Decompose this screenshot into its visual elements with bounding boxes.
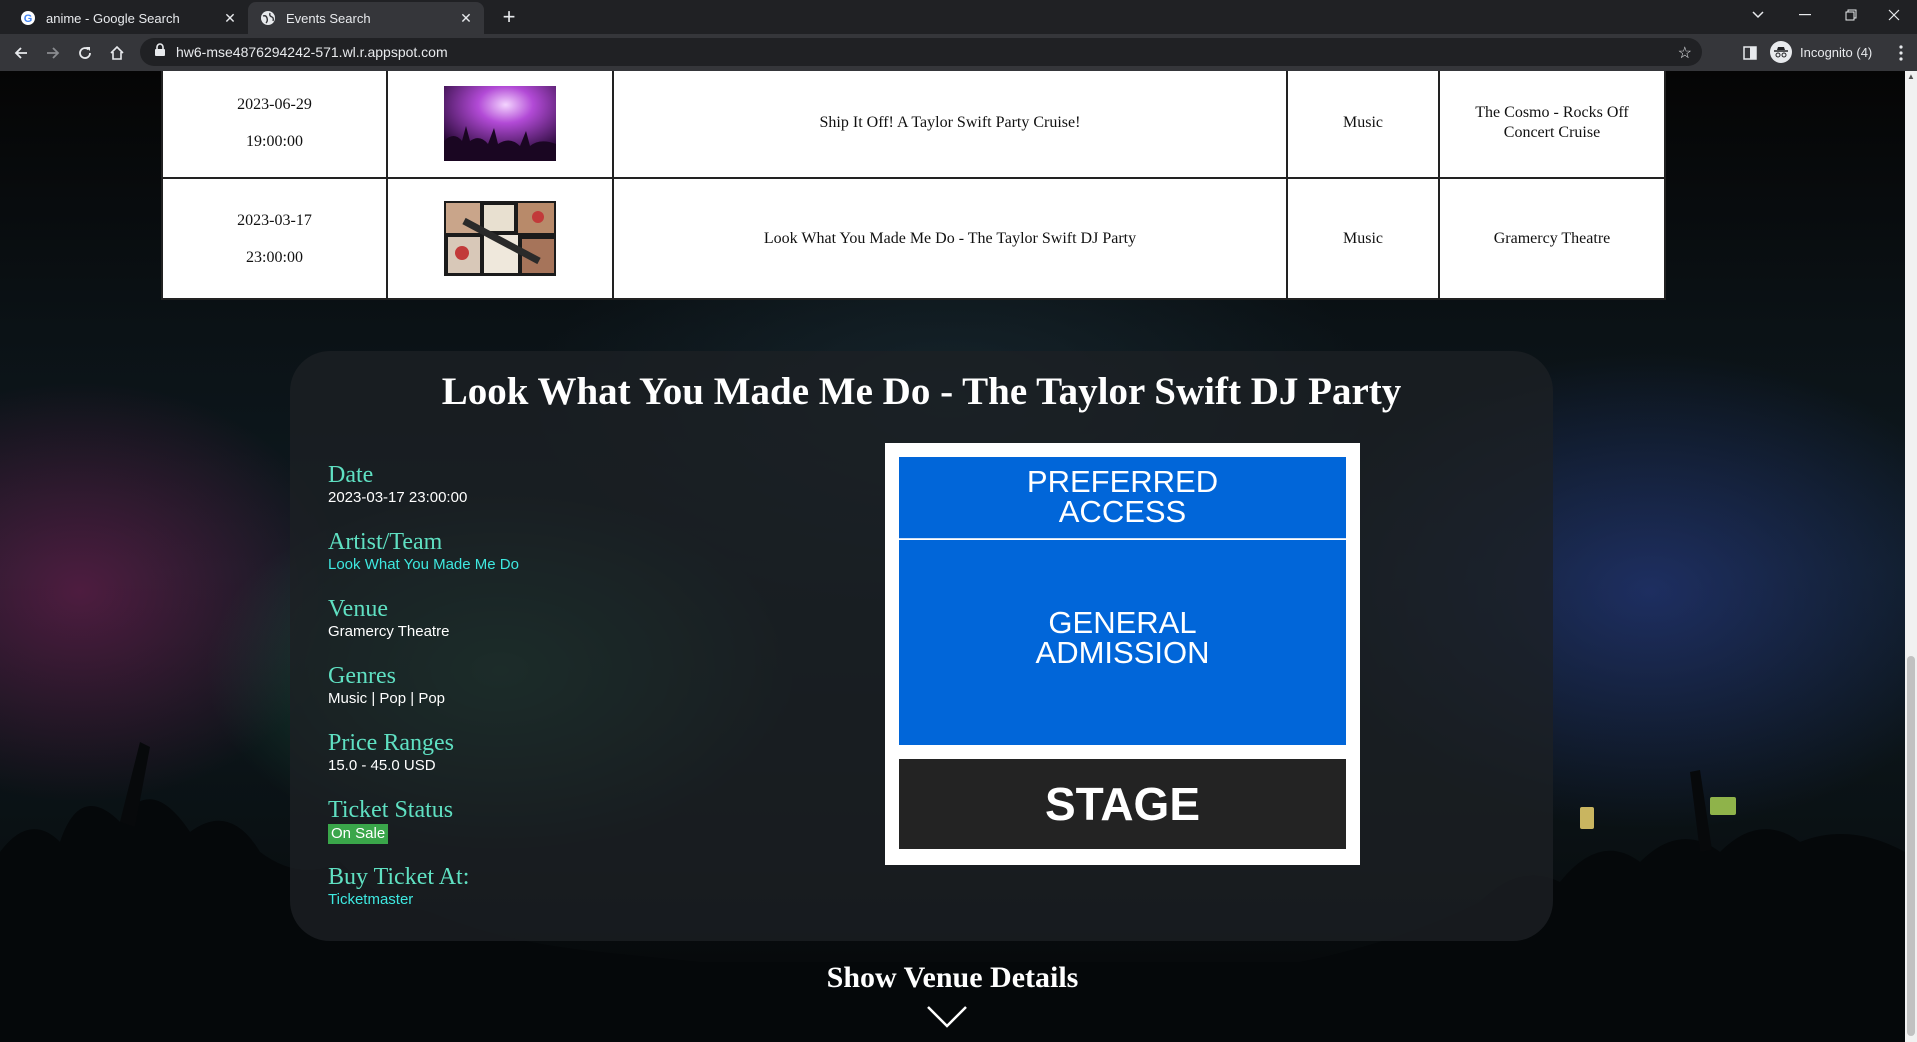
table-row[interactable]: 2023-03-17 23:00:00 Look What You Made M… (161, 177, 1666, 300)
event-info-list: Date 2023-03-17 23:00:00 Artist/Team Loo… (328, 461, 788, 930)
event-name-link[interactable]: Look What You Made Me Do - The Taylor Sw… (612, 177, 1288, 300)
scrollbar-thumb[interactable] (1907, 656, 1915, 1036)
close-tab-icon[interactable]: ✕ (458, 10, 474, 26)
venue-cell: The Cosmo - Rocks Off Concert Cruise (1438, 71, 1666, 179)
section-label: ACCESS (1058, 494, 1187, 529)
reload-icon[interactable] (70, 38, 100, 68)
scroll-up-icon[interactable]: ▲ (1905, 71, 1917, 83)
side-panel-icon[interactable] (1735, 38, 1765, 68)
date-cell: 2023-03-17 23:00:00 (161, 177, 388, 300)
tab-google-search[interactable]: G anime - Google Search ✕ (8, 2, 248, 34)
close-window-icon[interactable] (1871, 0, 1917, 30)
buy-ticket-label: Buy Ticket At: (328, 864, 470, 890)
tab-events-search[interactable]: Events Search ✕ (248, 2, 484, 34)
section-label: GENERAL (1048, 605, 1197, 640)
genres-field: Genres Music | Pop | Pop (328, 662, 788, 729)
ticketmaster-link[interactable]: Ticketmaster (328, 891, 788, 909)
forward-icon[interactable] (38, 38, 68, 68)
genre-cell: Music (1286, 177, 1440, 300)
event-detail-title: Look What You Made Me Do - The Taylor Sw… (441, 370, 1402, 413)
bookmark-star-icon[interactable]: ☆ (1678, 43, 1692, 63)
venue-field: Venue Gramercy Theatre (328, 595, 788, 662)
page-scrollbar[interactable]: ▲ (1905, 71, 1917, 1042)
taylor-swift-collage-image (444, 201, 556, 276)
menu-kebab-icon[interactable] (1886, 38, 1916, 68)
status-badge: On Sale (328, 824, 389, 844)
home-icon[interactable] (102, 38, 132, 68)
event-date: 2023-06-29 (237, 96, 312, 113)
artist-label: Artist/Team (328, 529, 443, 555)
seat-map: PREFERRED ACCESS GENERAL ADMISSION STAGE (885, 443, 1360, 865)
icon-cell (386, 71, 614, 179)
new-tab-button[interactable]: + (496, 5, 522, 31)
genres-value: Music | Pop | Pop (328, 690, 446, 707)
svg-text:G: G (24, 13, 33, 25)
restore-icon[interactable] (1828, 0, 1874, 30)
seat-section-preferred-access: PREFERRED ACCESS (899, 457, 1346, 539)
address-bar[interactable]: hw6-mse4876294242-571.wl.r.appspot.com ☆ (140, 38, 1702, 66)
date-field: Date 2023-03-17 23:00:00 (328, 461, 788, 528)
icon-cell (386, 177, 614, 300)
seat-section-general-admission: GENERAL ADMISSION (899, 540, 1346, 745)
venue-cell: Gramercy Theatre (1438, 177, 1666, 300)
incognito-profile-button[interactable]: Incognito (4) (1770, 38, 1872, 66)
results-table: 2023-06-29 19:00:00 Ship It Off! A Taylo… (161, 71, 1666, 300)
event-time: 23:00:00 (246, 248, 303, 266)
globe-icon (260, 10, 276, 26)
tab-title: anime - Google Search (46, 10, 180, 26)
site-info-icon[interactable] (154, 42, 166, 62)
date-cell: 2023-06-29 19:00:00 (161, 71, 388, 179)
url-text: hw6-mse4876294242-571.wl.r.appspot.com (176, 44, 448, 60)
profile-label: Incognito (4) (1800, 44, 1873, 60)
table-row[interactable]: 2023-06-29 19:00:00 Ship It Off! A Taylo… (161, 71, 1666, 179)
genre-cell: Music (1286, 71, 1440, 179)
browser-tab-strip: G anime - Google Search ✕ Events Search … (0, 0, 1917, 34)
section-label: ADMISSION (1035, 635, 1210, 670)
event-time: 19:00:00 (246, 133, 303, 150)
artist-field: Artist/Team Look What You Made Me Do (328, 528, 788, 595)
tab-title: Events Search (286, 10, 371, 26)
price-field: Price Ranges 15.0 - 45.0 USD (328, 729, 788, 796)
genres-label: Genres (328, 663, 396, 689)
minimize-icon[interactable] (1782, 0, 1828, 30)
ticket-status-label: Ticket Status (328, 797, 454, 823)
incognito-icon (1770, 41, 1792, 63)
event-date: 2023-03-17 (237, 211, 312, 229)
price-label: Price Ranges (328, 730, 454, 756)
chevron-down-icon[interactable] (926, 1004, 968, 1030)
ticket-status-field: Ticket Status On Sale (328, 796, 788, 863)
venue-label: Venue (328, 596, 388, 622)
show-venue-details-button[interactable]: Show Venue Details (0, 961, 1905, 995)
browser-toolbar: hw6-mse4876294242-571.wl.r.appspot.com ☆ (0, 34, 1917, 71)
date-label: Date (328, 462, 374, 488)
venue-value: Gramercy Theatre (328, 623, 450, 640)
concert-crowd-image (444, 85, 556, 161)
close-tab-icon[interactable]: ✕ (222, 10, 238, 26)
event-detail-card: Look What You Made Me Do - The Taylor Sw… (290, 351, 1553, 941)
tab-search-icon[interactable] (1735, 0, 1781, 30)
back-icon[interactable] (6, 38, 36, 68)
buy-ticket-field: Buy Ticket At: Ticketmaster (328, 863, 788, 930)
date-value: 2023-03-17 23:00:00 (328, 489, 468, 506)
stage-block: STAGE (899, 759, 1346, 849)
event-name-link[interactable]: Ship It Off! A Taylor Swift Party Cruise… (612, 71, 1288, 179)
section-label: PREFERRED (1026, 464, 1219, 499)
price-value: 15.0 - 45.0 USD (328, 757, 436, 774)
artist-link[interactable]: Look What You Made Me Do (328, 556, 788, 574)
google-icon: G (20, 10, 36, 26)
page-content: 2023-06-29 19:00:00 Ship It Off! A Taylo… (0, 71, 1905, 1042)
